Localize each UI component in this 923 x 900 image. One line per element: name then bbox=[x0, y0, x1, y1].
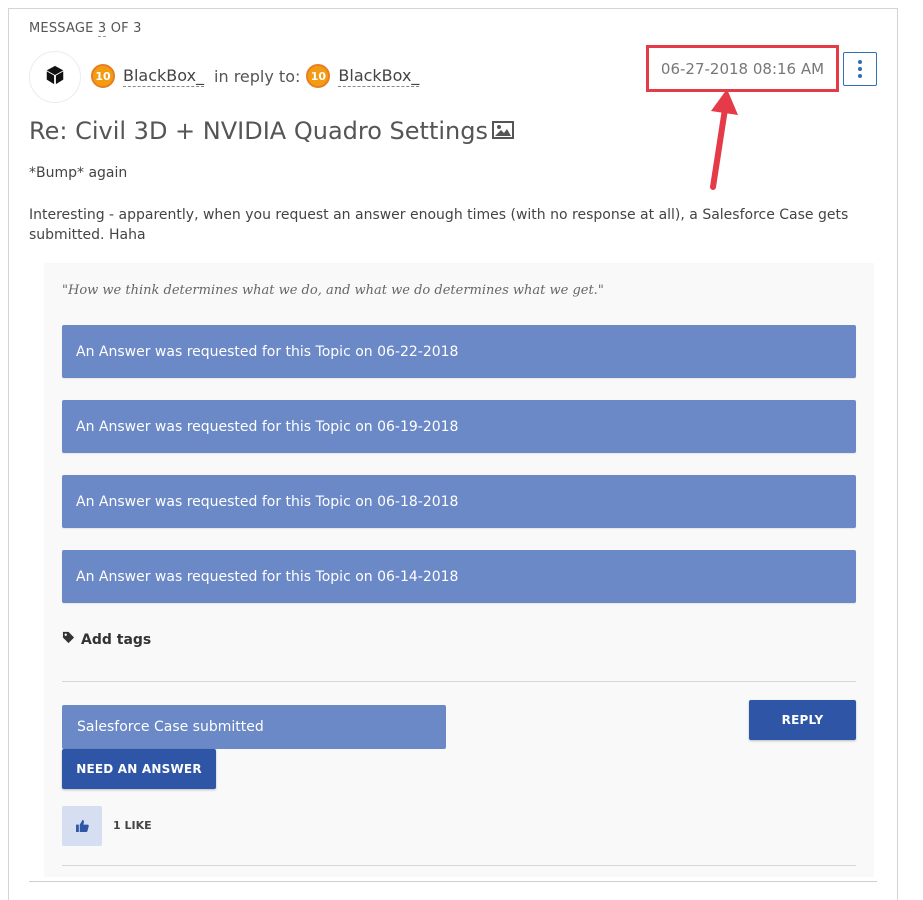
like-button[interactable] bbox=[62, 806, 102, 846]
post-line-2: Interesting - apparently, when you reque… bbox=[29, 207, 849, 243]
reply-author-link[interactable]: BlackBox_ bbox=[338, 66, 420, 87]
cube-icon bbox=[44, 64, 66, 90]
divider bbox=[62, 865, 856, 866]
answer-request-banner: An Answer was requested for this Topic o… bbox=[62, 550, 856, 603]
post-line-1: *Bump* again bbox=[29, 165, 128, 181]
kebab-menu-icon bbox=[858, 60, 862, 64]
red-arrow-icon bbox=[710, 89, 738, 190]
answer-request-banner: An Answer was requested for this Topic o… bbox=[62, 325, 856, 378]
like-count: 1 LIKE bbox=[113, 819, 152, 832]
avatar[interactable] bbox=[29, 51, 81, 103]
reply-to-label: in reply to: bbox=[214, 66, 301, 86]
thumbs-up-icon bbox=[75, 817, 89, 836]
divider bbox=[29, 881, 877, 882]
answer-request-banner: An Answer was requested for this Topic o… bbox=[62, 475, 856, 528]
need-an-answer-button[interactable]: NEED AN ANSWER bbox=[62, 749, 216, 789]
divider bbox=[62, 681, 856, 682]
image-icon bbox=[491, 117, 514, 145]
author-link[interactable]: BlackBox_ bbox=[123, 66, 205, 87]
tag-icon bbox=[62, 631, 75, 648]
message-label: MESSAGE bbox=[29, 21, 94, 36]
rank-badge-icon: 10 bbox=[91, 64, 115, 88]
post-title: Re: Civil 3D + NVIDIA Quadro Settings bbox=[29, 117, 514, 145]
signature-panel: "How we think determines what we do, and… bbox=[44, 263, 874, 877]
message-index-link[interactable]: 3 bbox=[97, 21, 107, 37]
signature-quote: "How we think determines what we do, and… bbox=[62, 283, 604, 298]
message-card: MESSAGE 3 OF 3 10 BlackBox_ in reply to:… bbox=[8, 8, 898, 900]
message-counter: MESSAGE 3 OF 3 bbox=[29, 21, 142, 37]
add-tags-link[interactable]: Add tags bbox=[62, 631, 151, 648]
options-menu-button[interactable] bbox=[843, 52, 877, 86]
reply-rank-badge-icon: 10 bbox=[306, 64, 331, 88]
date-highlight-box: 06-27-2018 08:16 AM bbox=[646, 45, 839, 92]
post-title-text: Re: Civil 3D + NVIDIA Quadro Settings bbox=[29, 117, 488, 145]
reply-button[interactable]: REPLY bbox=[749, 700, 856, 740]
author-line: 10 BlackBox_ in reply to: 10 BlackBox_ bbox=[91, 64, 420, 88]
post-date: 06-27-2018 08:16 AM bbox=[660, 59, 825, 78]
message-total: OF 3 bbox=[110, 21, 142, 36]
salesforce-banner: Salesforce Case submitted bbox=[62, 705, 446, 749]
answer-request-banner: An Answer was requested for this Topic o… bbox=[62, 400, 856, 453]
add-tags-label: Add tags bbox=[81, 631, 152, 648]
